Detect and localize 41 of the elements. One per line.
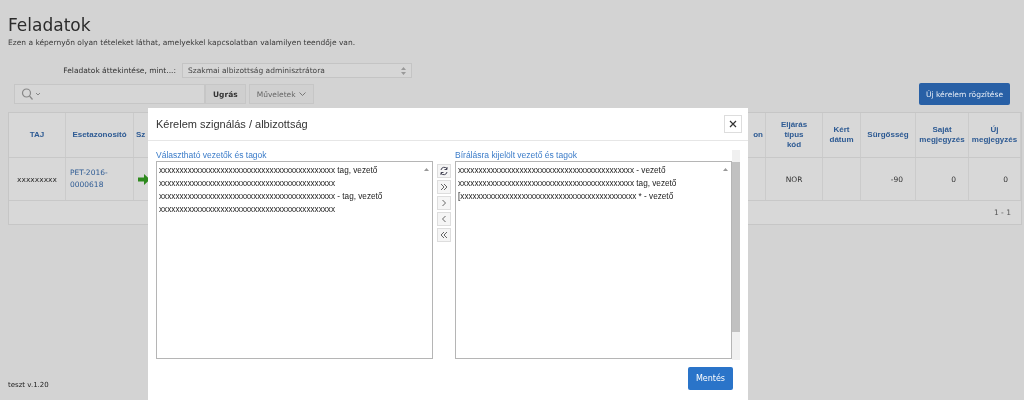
- chevron-right-icon: [439, 198, 449, 208]
- column-header[interactable]: TAJ: [29, 130, 45, 140]
- list-option[interactable]: xxxxxxxxxxxxxxxxxxxxxxxxxxxxxxxxxxxxxxxxxxx: [159, 177, 420, 190]
- column-header[interactable]: Új megjegyzés: [971, 125, 1018, 145]
- list-label: Bírálásra kijelölt vezető és tagok: [455, 150, 578, 161]
- column-header[interactable]: Eljárás típus kód: [777, 120, 811, 150]
- column-header[interactable]: on: [753, 130, 763, 140]
- column-header[interactable]: Sürgősség: [867, 130, 909, 140]
- available-list[interactable]: [156, 161, 433, 359]
- scrollbar[interactable]: [732, 150, 740, 360]
- save-button[interactable]: Mentés: [687, 367, 733, 390]
- list-label: Választható vezetők és tagok: [156, 150, 268, 161]
- selected-list[interactable]: xxxxxxxxxxxxxxxxxxxxxxxxxxxxxxxxxxxxxxxxxxx - vezető xxxxxxxxxxxxxxxxxxxxxxxxxxxxxxxxxxxxxxxxxxx tag, vezető [xxxxxxxxxxxxxxxxxxxxxxxxxxxxxxxxxxxxxxxxxxx * - vezető: [455, 161, 733, 359]
- refresh-icon: [439, 166, 449, 176]
- double-chevron-left-icon: [439, 230, 449, 240]
- page-title: Feladatok: [8, 14, 92, 36]
- column-header[interactable]: Saját megjegyzés: [918, 125, 966, 145]
- refresh-button[interactable]: [437, 164, 451, 178]
- search-field[interactable]: [14, 84, 205, 104]
- chevron-left-icon: [439, 214, 449, 224]
- close-icon: [729, 120, 737, 128]
- list-option[interactable]: xxxxxxxxxxxxxxxxxxxxxxxxxxxxxxxxxxxxxxxxxxx - tag, vezető: [159, 190, 420, 203]
- column-header[interactable]: Esetazonosító: [72, 130, 127, 140]
- column-header[interactable]: Sz: [136, 130, 146, 140]
- dialog-title: Kérelem szignálás / albizottság: [156, 118, 308, 130]
- list-option[interactable]: xxxxxxxxxxxxxxxxxxxxxxxxxxxxxxxxxxxxxxxxxxx - vezető: [458, 164, 720, 177]
- caret-icon: [298, 91, 306, 97]
- updown-icon: [401, 66, 406, 75]
- move-all-left-button[interactable]: [437, 228, 451, 242]
- search-icon: [21, 88, 43, 100]
- close-button[interactable]: [724, 115, 742, 133]
- double-chevron-right-icon: [439, 182, 449, 192]
- scroll-up-icon: [424, 168, 429, 171]
- list-option[interactable]: xxxxxxxxxxxxxxxxxxxxxxxxxxxxxxxxxxxxxxxxxxx tag, vezető: [159, 164, 420, 177]
- scroll-up-icon: [723, 168, 729, 171]
- list-option[interactable]: [xxxxxxxxxxxxxxxxxxxxxxxxxxxxxxxxxxxxxxxxxxx * - vezető: [458, 190, 720, 203]
- arrow-icon[interactable]: [138, 173, 150, 185]
- move-all-right-button[interactable]: [437, 180, 451, 194]
- list-option[interactable]: xxxxxxxxxxxxxxxxxxxxxxxxxxxxxxxxxxxxxxxxxxx tag, vezető: [458, 177, 720, 190]
- list-option[interactable]: xxxxxxxxxxxxxxxxxxxxxxxxxxxxxxxxxxxxxxxxxxx: [159, 203, 420, 216]
- column-header[interactable]: Kért dátum: [825, 125, 858, 145]
